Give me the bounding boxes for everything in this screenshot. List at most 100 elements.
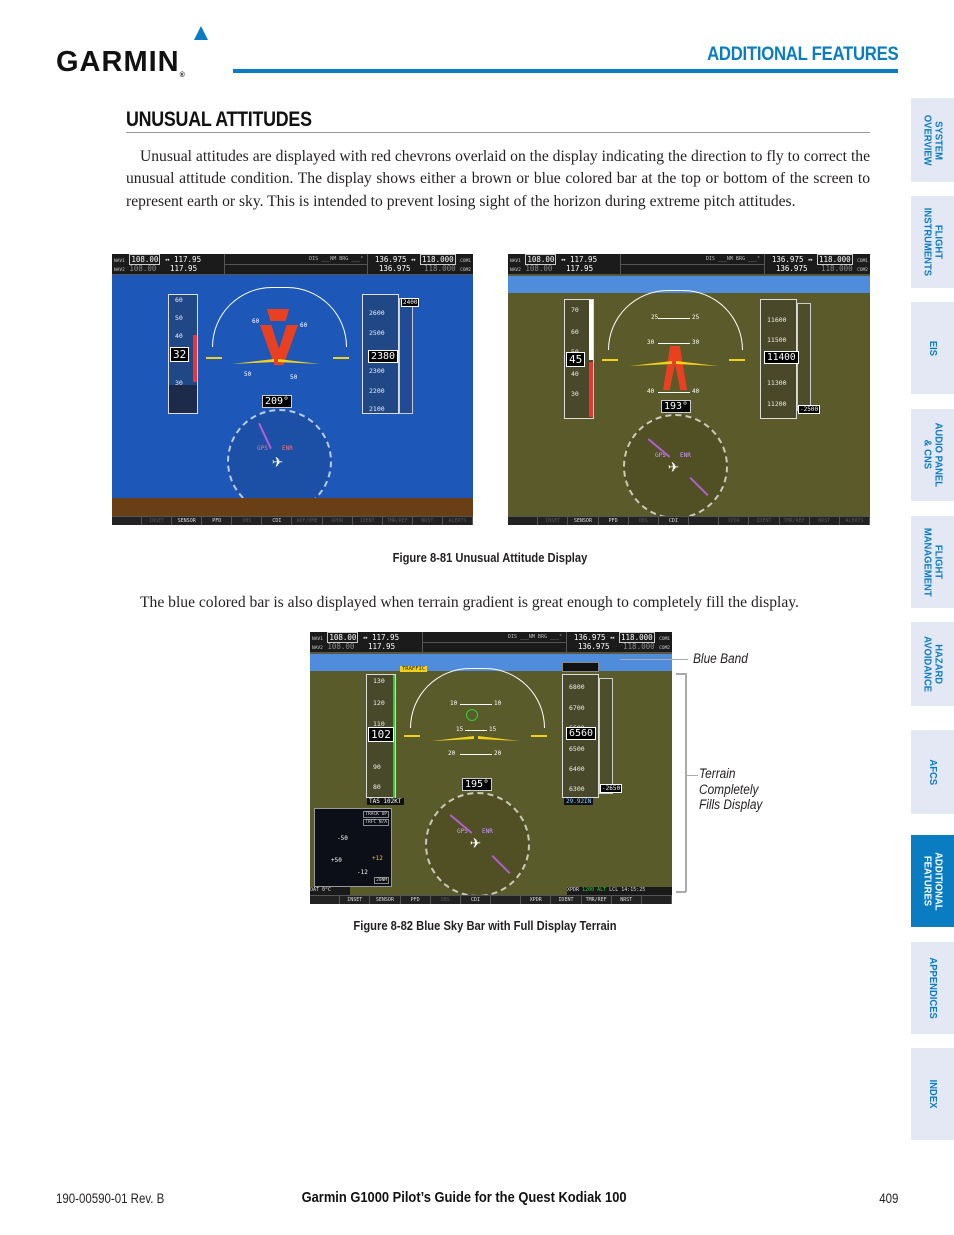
nav2-frequencies: NAV2 108.00 117.95 — [312, 642, 396, 651]
com1-frequencies: 136.975 ↔ 118.000 COM1 — [771, 254, 868, 265]
intro-paragraph: Unusual attitudes are displayed with red… — [126, 148, 870, 210]
tab-label: HAZARD AVOIDANCE — [921, 635, 945, 692]
page-title: UNUSUAL ATTITUDES — [126, 108, 312, 131]
track-up-label: TRACK UP — [363, 811, 389, 818]
tab-hazard-avoidance[interactable]: HAZARD AVOIDANCE — [911, 622, 954, 706]
figure-caption-8-82: Figure 8-82 Blue Sky Bar with Full Displ… — [353, 918, 617, 933]
softkey-tmr-ref[interactable]: TMR/REF — [780, 517, 810, 525]
nav-com-bar: NAV1 108.00 ↔ 117.95 NAV2 108.00 117.95 … — [310, 632, 672, 653]
softkey-nrst[interactable]: NRST — [810, 517, 840, 525]
softkey-alerts[interactable]: ALERTS — [840, 517, 870, 525]
blue-band-leader-line — [620, 659, 688, 660]
transponder-status: XPDR 1200 ALT LCL 14:15:25 — [567, 887, 672, 895]
tab-label: AUDIO PANEL & CNS — [921, 422, 945, 488]
vertical-speed-indicator — [399, 298, 413, 414]
nav-com-bar: NAV1 108.00 ↔ 117.95 NAV2 108.00 117.95 … — [112, 254, 473, 275]
tab-audio-panel-cns[interactable]: AUDIO PANEL & CNS — [911, 409, 954, 501]
traffic-target: +50 — [331, 857, 342, 864]
roll-scale-arc — [410, 668, 545, 728]
tab-flight-management[interactable]: FLIGHT MANAGEMENT — [911, 516, 954, 608]
tab-system-overview[interactable]: SYSTEM OVERVIEW — [911, 98, 954, 182]
heading-readout: 193° — [661, 400, 692, 413]
softkey-inset[interactable]: INSET — [340, 896, 371, 904]
softkey-sensor[interactable]: SENSOR — [172, 517, 203, 525]
softkey-bar: INSET SENSOR PFD OBS CDI XPDR IDENT TMR/REF NRST — [310, 895, 672, 904]
tab-label: EIS — [927, 340, 939, 356]
selected-altitude: 2400 — [401, 298, 420, 307]
softkey-ident[interactable]: IDENT — [551, 896, 582, 904]
softkey-bar: INSET SENSOR PFD OBS CDI ADF/DME XPDR IDENT TMR/… — [112, 516, 473, 525]
registered-mark: ® — [179, 72, 186, 79]
tab-index[interactable]: INDEX — [911, 1048, 954, 1140]
softkey-obs[interactable]: OBS — [431, 896, 461, 904]
softkey-xpdr[interactable]: XPDR — [323, 517, 353, 525]
oat-readout: OAT 0°C — [310, 887, 350, 895]
com2-frequencies: 136.975 118.000 COM2 — [775, 264, 868, 273]
softkey-cdi[interactable]: CDI — [461, 896, 492, 904]
softkey-tmr-ref[interactable]: TMR/REF — [383, 517, 413, 525]
softkey-obs[interactable]: OBS — [629, 517, 659, 525]
softkey-xpdr[interactable]: XPDR — [719, 517, 750, 525]
altitude-readout: 6560 — [566, 727, 597, 740]
aircraft-wing-left — [432, 736, 474, 741]
right-reference-bar — [729, 359, 745, 361]
title-divider — [126, 132, 870, 133]
tab-label: FLIGHT INSTRUMENTS — [921, 207, 945, 277]
header-rule — [233, 69, 898, 73]
softkey-blank[interactable] — [642, 896, 672, 904]
roll-scale-arc — [608, 290, 743, 350]
heading-readout: 195° — [462, 778, 493, 791]
aircraft-symbol-icon: ✈ — [668, 456, 679, 477]
com1-frequencies: 136.975 ↔ 118.000 COM1 — [573, 632, 670, 643]
section-header: ADDITIONAL FEATURES — [706, 44, 899, 65]
airspeed-readout: 102 — [368, 727, 394, 742]
nav2-frequencies: NAV2 108.00 117.95 — [510, 264, 594, 273]
softkey-pfd[interactable]: PFD — [401, 896, 431, 904]
pfd-blue-sky-bar-terrain: NAV1 108.00 ↔ 117.95 NAV2 108.00 117.95 … — [310, 632, 672, 904]
softkey-blank[interactable] — [689, 517, 720, 525]
softkey-blank[interactable] — [491, 896, 522, 904]
com2-frequencies: 136.975 118.000 COM2 — [577, 642, 670, 651]
softkey-tmr-ref[interactable]: TMR/REF — [582, 896, 612, 904]
softkey-pfd[interactable]: PFD — [599, 517, 629, 525]
red-band — [193, 335, 197, 382]
softkey-sensor[interactable]: SENSOR — [568, 517, 599, 525]
softkey-blank[interactable] — [508, 517, 539, 525]
inset-map[interactable]: TRACK UP TRFC N/A -50 +50 +12 -12 20NM — [314, 808, 392, 887]
softkey-cdi[interactable]: CDI — [262, 517, 293, 525]
softkey-adf-dme[interactable]: ADF/DME — [292, 517, 323, 525]
tab-label: SYSTEM OVERVIEW — [921, 114, 945, 166]
softkey-xpdr[interactable]: XPDR — [521, 896, 552, 904]
tab-eis[interactable]: EIS — [911, 302, 954, 394]
softkey-nrst[interactable]: NRST — [612, 896, 642, 904]
left-reference-bar — [206, 357, 222, 359]
left-reference-bar — [404, 735, 420, 737]
aircraft-symbol-icon: ✈ — [470, 832, 481, 853]
tab-appendices[interactable]: APPENDICES — [911, 942, 954, 1034]
nav1-frequencies: NAV1 108.00 ↔ 117.95 — [114, 254, 202, 265]
softkey-sensor[interactable]: SENSOR — [370, 896, 401, 904]
softkey-nrst[interactable]: NRST — [413, 517, 443, 525]
barometric-setting: 29.92IN — [564, 798, 594, 805]
softkey-inset[interactable]: INSET — [142, 517, 173, 525]
page-number: 409 — [878, 1190, 898, 1206]
traffic-status-label: TRFC N/A — [363, 819, 389, 826]
tab-afcs[interactable]: AFCS — [911, 730, 954, 814]
softkey-obs[interactable]: OBS — [232, 517, 263, 525]
right-reference-bar — [531, 735, 547, 737]
tab-flight-instruments[interactable]: FLIGHT INSTRUMENTS — [911, 196, 954, 288]
softkey-ident[interactable]: IDENT — [749, 517, 780, 525]
tab-additional-features[interactable]: ADDITIONAL FEATURES — [911, 835, 954, 927]
softkey-blank[interactable] — [112, 517, 143, 525]
softkey-inset[interactable]: INSET — [538, 517, 569, 525]
true-airspeed: TAS 102KT — [367, 798, 404, 805]
softkey-cdi[interactable]: CDI — [659, 517, 690, 525]
softkey-alerts[interactable]: ALERTS — [443, 517, 473, 525]
tab-label: AFCS — [927, 759, 939, 785]
softkey-blank[interactable] — [310, 896, 341, 904]
com1-frequencies: 136.975 ↔ 118.000 COM1 — [374, 254, 471, 265]
softkey-ident[interactable]: IDENT — [353, 517, 383, 525]
softkey-pfd[interactable]: PFD — [202, 517, 233, 525]
nav1-frequencies: NAV1 108.00 ↔ 117.95 — [510, 254, 598, 265]
tab-label: FLIGHT MANAGEMENT — [921, 527, 945, 597]
